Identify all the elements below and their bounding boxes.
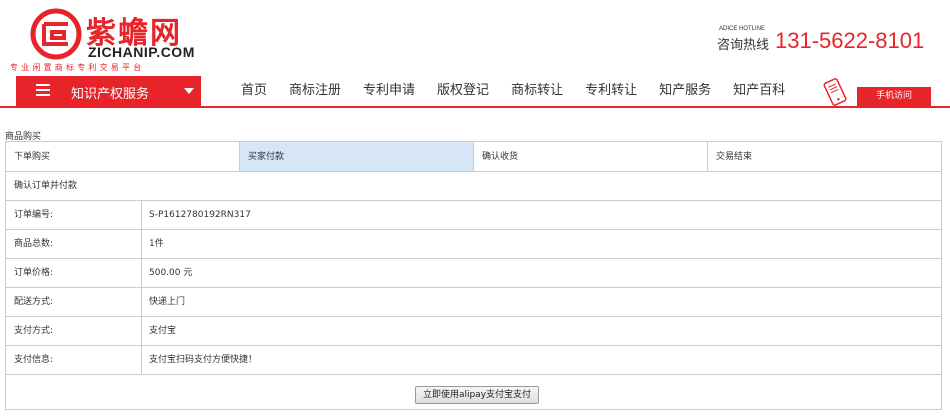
step-place-order: 下单购买 — [6, 142, 240, 171]
item-count-label: 商品总数: — [14, 239, 54, 249]
nav-link-ip-encyclopedia[interactable]: 知产百科 — [722, 76, 796, 106]
site-logo[interactable]: 紫蟾网 ZICHANIP.COM 专业闲置商标专利交易平台 — [10, 8, 230, 72]
order-steps: 下单购买 买家付款 确认收货 交易结束 — [6, 142, 941, 172]
table-row: 订单编号: S-P1612780192RN317 — [6, 201, 941, 230]
logo-domain: ZICHANIP.COM — [88, 44, 195, 60]
site-header: 紫蟾网 ZICHANIP.COM 专业闲置商标专利交易平台 ADICE HOTL… — [0, 0, 950, 76]
hotline-label: 咨询热线 — [717, 38, 770, 53]
table-row: 支付方式: 支付宝 — [6, 317, 941, 346]
step-confirm-receipt: 确认收货 — [474, 142, 708, 171]
logo-mark-icon — [30, 8, 82, 60]
nav-link-home[interactable]: 首页 — [230, 76, 278, 106]
nav-link-patent-transfer[interactable]: 专利转让 — [574, 76, 648, 106]
hotline-english-label: ADICE HOTLINE — [719, 26, 766, 32]
alipay-pay-button[interactable]: 立即使用alipay支付宝支付 — [415, 386, 539, 404]
payment-method-value: 支付宝 — [149, 326, 177, 336]
order-price-label: 订单价格: — [14, 268, 54, 278]
payment-method-label: 支付方式: — [14, 326, 54, 336]
item-count-value: 1件 — [149, 239, 164, 249]
pay-row: 立即使用alipay支付宝支付 — [6, 378, 941, 410]
nav-link-trademark-transfer[interactable]: 商标转让 — [500, 76, 574, 106]
step-transaction-complete: 交易结束 — [716, 152, 753, 162]
table-row: 订单价格: 500.00 元 — [6, 259, 941, 288]
order-price-value: 500.00 元 — [149, 268, 193, 278]
payment-info-value: 支付宝扫码支付方便快捷！ — [149, 355, 258, 365]
delivery-method-label: 配送方式: — [14, 297, 54, 307]
nav-links: 首页 商标注册 专利申请 版权登记 商标转让 专利转让 知产服务 知产百科 — [230, 76, 796, 106]
confirm-title-row: 确认订单并付款 — [6, 172, 941, 201]
step-buyer-payment: 买家付款 — [240, 142, 474, 171]
table-row: 支付信息: 支付宝扫码支付方便快捷！ — [6, 346, 941, 375]
hotline: ADICE HOTLINE 咨询热线 131-5622-8101 — [717, 22, 932, 62]
nav-link-copyright-registration[interactable]: 版权登记 — [426, 76, 500, 106]
delivery-method-value: 快递上门 — [149, 297, 186, 307]
hotline-number: 131-5622-8101 — [775, 28, 925, 53]
table-row: 配送方式: 快递上门 — [6, 288, 941, 317]
table-row: 商品总数: 1件 — [6, 230, 941, 259]
main-nav: 知识产权服务 首页 商标注册 专利申请 版权登记 商标转让 专利转让 知产服务 … — [0, 76, 950, 108]
mobile-phone-icon — [823, 78, 847, 106]
payment-info-label: 支付信息: — [14, 355, 54, 365]
nav-link-patent-application[interactable]: 专利申请 — [352, 76, 426, 106]
category-menu-label: 知识产权服务 — [71, 87, 150, 102]
confirm-title: 确认订单并付款 — [14, 181, 78, 191]
nav-link-ip-services[interactable]: 知产服务 — [648, 76, 722, 106]
nav-link-trademark-registration[interactable]: 商标注册 — [278, 76, 352, 106]
category-menu-button[interactable]: 知识产权服务 — [16, 76, 201, 106]
order-number-value: S-P1612780192RN317 — [149, 210, 251, 220]
logo-slogan: 专业闲置商标专利交易平台 — [10, 63, 145, 72]
order-number-label: 订单编号: — [14, 210, 54, 220]
chevron-down-icon — [184, 88, 194, 94]
order-panel: 下单购买 买家付款 确认收货 交易结束 确认订单并付款 订单编号: S-P161… — [5, 141, 942, 410]
menu-icon — [36, 84, 50, 96]
mobile-access-button[interactable]: 手机访问 — [857, 87, 931, 106]
